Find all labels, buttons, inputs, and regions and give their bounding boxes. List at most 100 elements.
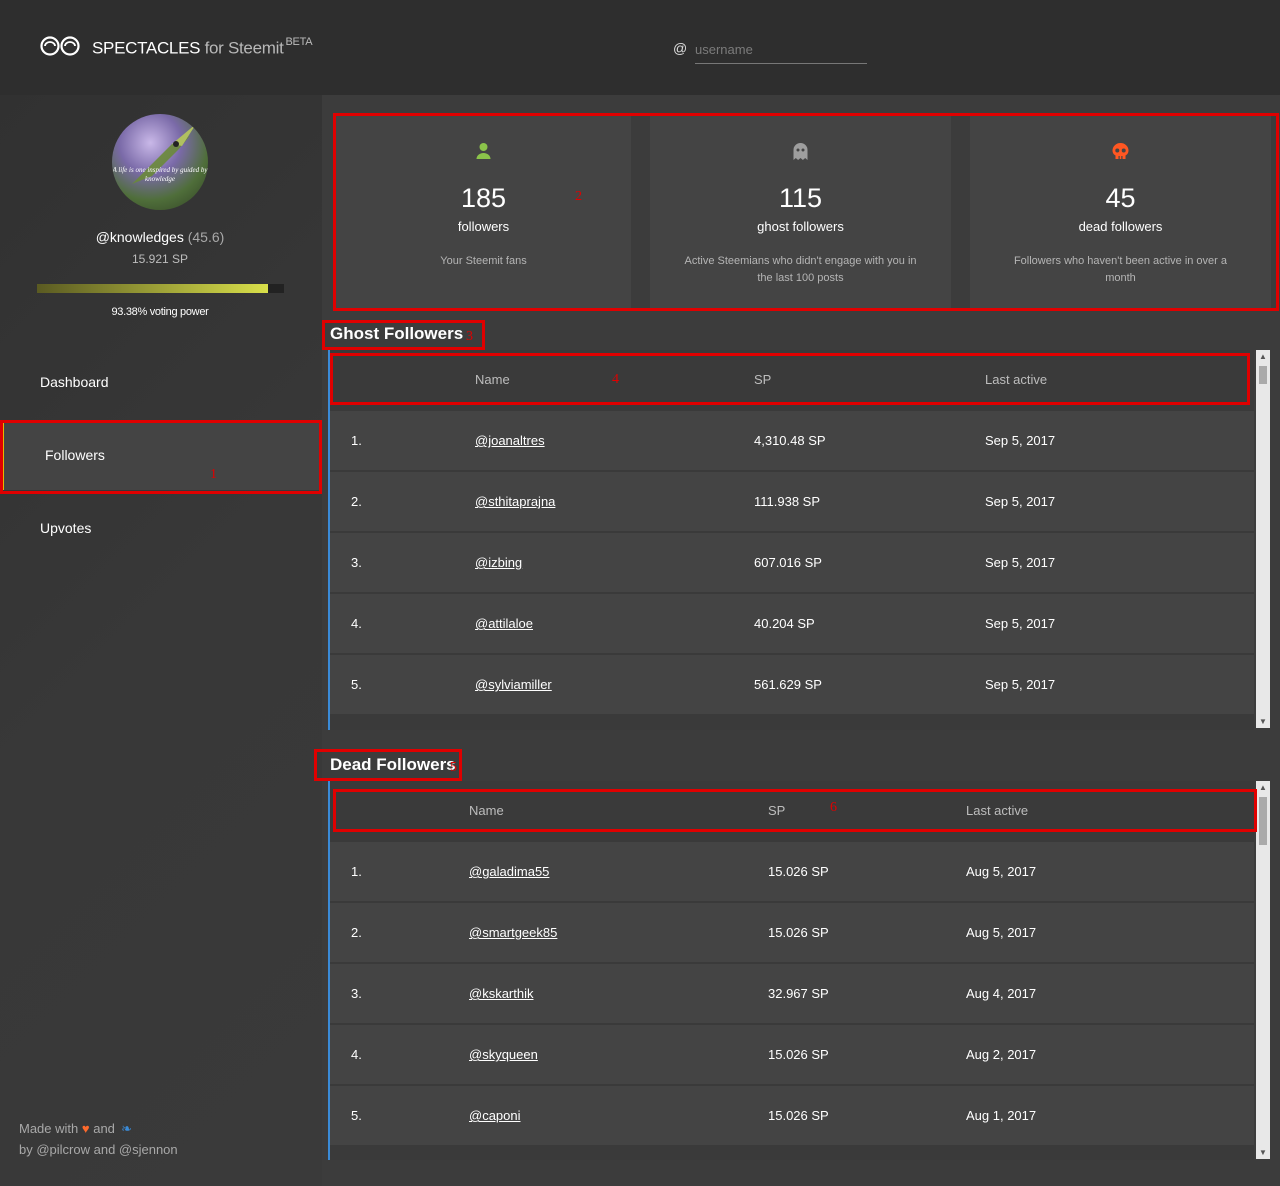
spectacles-logo-icon bbox=[40, 36, 80, 56]
beta-badge: BETA bbox=[285, 36, 313, 48]
footer-made-with: Made with bbox=[19, 1121, 79, 1136]
ghost-table-header: Name SP Last active bbox=[330, 350, 1254, 410]
card-ghost-followers: 115 ghost followers Active Steemians who… bbox=[650, 113, 951, 310]
scroll-up-icon[interactable]: ▲ bbox=[1259, 783, 1267, 792]
stats-cards: 185 followers Your Steemit fans 115 ghos… bbox=[330, 113, 1277, 310]
row-index: 4. bbox=[351, 1047, 362, 1062]
ghost-col-sp[interactable]: SP bbox=[754, 372, 771, 387]
voting-power-fill bbox=[37, 284, 268, 293]
ghost-col-name[interactable]: Name bbox=[475, 372, 510, 387]
dead-col-name[interactable]: Name bbox=[469, 803, 504, 818]
nav-upvotes-label: Upvotes bbox=[40, 520, 92, 536]
app-title[interactable]: SPECTACLES for Steemit BETA bbox=[92, 36, 313, 59]
reputation-score: (45.6) bbox=[187, 229, 225, 245]
follower-link[interactable]: @galadima55 bbox=[469, 864, 549, 879]
dead-followers-count: 45 bbox=[1105, 183, 1136, 213]
card-dead-followers: 45 dead followers Followers who haven't … bbox=[970, 113, 1271, 310]
annotation-number-2: 2 bbox=[575, 189, 582, 204]
dead-followers-label: dead followers bbox=[1078, 219, 1163, 234]
steem-drop-icon: ❧ bbox=[118, 1121, 133, 1136]
follower-last-active: Aug 5, 2017 bbox=[966, 925, 1037, 940]
dead-table-scrollbar[interactable]: ▲ ▼ bbox=[1256, 781, 1270, 1159]
annotation-number-6: 6 bbox=[830, 800, 837, 815]
scrollbar-thumb[interactable] bbox=[1259, 366, 1267, 384]
footer-and: and bbox=[93, 1121, 115, 1136]
table-row: 5. @caponi 15.026 SP Aug 1, 2017 bbox=[330, 1086, 1254, 1146]
scroll-down-icon[interactable]: ▼ bbox=[1259, 1148, 1267, 1157]
follower-link[interactable]: @sthitaprajna bbox=[475, 494, 555, 509]
scroll-down-icon[interactable]: ▼ bbox=[1259, 717, 1267, 726]
steem-power: 15.921 SP bbox=[131, 252, 189, 266]
dead-followers-title: Dead Followers bbox=[330, 755, 456, 774]
ghost-followers-count: 115 bbox=[778, 183, 823, 213]
person-icon bbox=[476, 143, 491, 159]
dead-followers-desc: Followers who haven't been active in ove… bbox=[1013, 255, 1228, 284]
avatar: A life is one inspired by guided by know… bbox=[112, 114, 208, 210]
follower-sp: 15.026 SP bbox=[768, 1047, 829, 1062]
username-search-input[interactable] bbox=[695, 36, 867, 64]
annotation-number-5: 5 bbox=[450, 760, 457, 775]
at-symbol: @ bbox=[673, 40, 688, 56]
dead-table-header: Name SP Last active bbox=[330, 781, 1254, 841]
ghost-table-scrollbar[interactable]: ▲ ▼ bbox=[1256, 350, 1270, 728]
skull-icon bbox=[1112, 143, 1129, 159]
table-row: 1. @galadima55 15.026 SP Aug 5, 2017 bbox=[330, 842, 1254, 902]
follower-link[interactable]: @skyqueen bbox=[469, 1047, 538, 1062]
footer-credits: Made with ♥ and ❧ by @pilcrow and @sjenn… bbox=[19, 1118, 178, 1160]
dead-col-last-active[interactable]: Last active bbox=[966, 803, 1028, 818]
row-index: 1. bbox=[351, 864, 362, 879]
card-followers: 185 followers Your Steemit fans bbox=[336, 113, 631, 310]
follower-sp: 4,310.48 SP bbox=[754, 433, 826, 448]
follower-sp: 15.026 SP bbox=[768, 1108, 829, 1123]
row-index: 5. bbox=[351, 1108, 362, 1123]
follower-last-active: Sep 5, 2017 bbox=[985, 677, 1056, 692]
follower-link[interactable]: @sylviamiller bbox=[475, 677, 552, 692]
annotation-number-3: 3 bbox=[466, 329, 473, 344]
nav-upvotes[interactable]: Upvotes bbox=[0, 493, 322, 563]
nav-followers[interactable]: Followers bbox=[0, 420, 322, 490]
ghost-followers-title: Ghost Followers bbox=[330, 324, 464, 343]
footer-authors: by @pilcrow and @sjennon bbox=[19, 1142, 178, 1157]
heart-icon: ♥ bbox=[81, 1121, 90, 1136]
follower-last-active: Aug 5, 2017 bbox=[966, 864, 1037, 879]
follower-sp: 111.938 SP bbox=[754, 494, 821, 509]
follower-last-active: Sep 5, 2017 bbox=[985, 616, 1056, 631]
follower-last-active: Aug 1, 2017 bbox=[966, 1108, 1037, 1123]
row-index: 1. bbox=[351, 433, 362, 448]
table-row: 1. @joanaltres 4,310.48 SP Sep 5, 2017 bbox=[330, 411, 1254, 471]
table-row: 4. @skyqueen 15.026 SP Aug 2, 2017 bbox=[330, 1025, 1254, 1085]
follower-last-active: Sep 5, 2017 bbox=[985, 494, 1056, 509]
voting-power-label: 93.38% voting power bbox=[111, 306, 209, 318]
dead-col-sp[interactable]: SP bbox=[768, 803, 785, 818]
nav-dashboard[interactable]: Dashboard bbox=[0, 347, 322, 417]
table-row: 3. @izbing 607.016 SP Sep 5, 2017 bbox=[330, 533, 1254, 593]
follower-link[interactable]: @joanaltres bbox=[475, 433, 545, 448]
annotation-number-4: 4 bbox=[612, 372, 619, 387]
follower-link[interactable]: @caponi bbox=[469, 1108, 521, 1123]
dead-followers-table: Name SP Last active 1. @galadima55 15.02… bbox=[328, 781, 1254, 1160]
follower-sp: 40.204 SP bbox=[754, 616, 815, 631]
followers-desc: Your Steemit fans bbox=[440, 255, 527, 267]
follower-link[interactable]: @kskarthik bbox=[469, 986, 534, 1001]
follower-link[interactable]: @izbing bbox=[475, 555, 522, 570]
row-index: 5. bbox=[351, 677, 362, 692]
follower-sp: 15.026 SP bbox=[768, 925, 829, 940]
follower-last-active: Sep 5, 2017 bbox=[985, 433, 1056, 448]
annotation-number-1: 1 bbox=[210, 467, 217, 482]
row-index: 3. bbox=[351, 555, 362, 570]
follower-sp: 32.967 SP bbox=[768, 986, 829, 1001]
table-row: 2. @smartgeek85 15.026 SP Aug 5, 2017 bbox=[330, 903, 1254, 963]
row-index: 2. bbox=[351, 925, 362, 940]
nav-followers-label: Followers bbox=[45, 447, 105, 463]
hummingbird-icon bbox=[132, 124, 196, 184]
username-text: @knowledges bbox=[95, 229, 184, 245]
ghost-followers-table: Name SP Last active 1. @joanaltres 4,310… bbox=[328, 350, 1254, 730]
ghost-col-last-active[interactable]: Last active bbox=[985, 372, 1047, 387]
scrollbar-thumb[interactable] bbox=[1259, 797, 1267, 845]
row-index: 4. bbox=[351, 616, 362, 631]
follower-link[interactable]: @smartgeek85 bbox=[469, 925, 557, 940]
scroll-up-icon[interactable]: ▲ bbox=[1259, 352, 1267, 361]
follower-link[interactable]: @attilaloe bbox=[475, 616, 533, 631]
follower-sp: 15.026 SP bbox=[768, 864, 829, 879]
row-index: 3. bbox=[351, 986, 362, 1001]
